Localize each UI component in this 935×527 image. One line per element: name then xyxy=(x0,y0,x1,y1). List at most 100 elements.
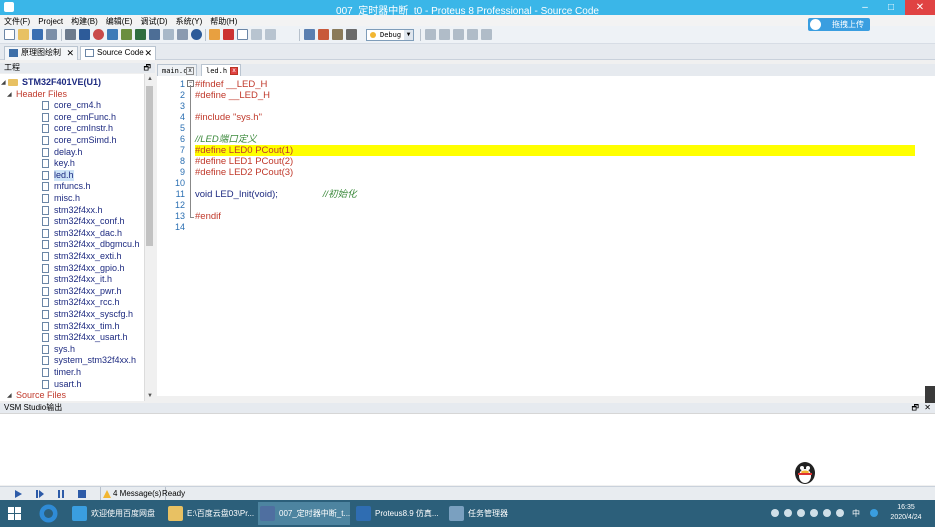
tree-file-item[interactable]: core_cm4.h xyxy=(0,100,144,111)
tray-icon[interactable] xyxy=(810,509,818,517)
code-line[interactable] xyxy=(195,101,915,112)
step-icon[interactable] xyxy=(36,490,44,498)
tree-file-item[interactable]: led.h xyxy=(0,169,144,181)
taskbar-item[interactable]: Proteus8.9 仿真... xyxy=(354,502,444,525)
tab-main-c[interactable]: main.c x xyxy=(157,64,197,76)
run-icon[interactable] xyxy=(14,490,22,498)
windows-start-icon[interactable] xyxy=(8,507,21,520)
taskbar-item[interactable]: 欢迎使用百度网盘 xyxy=(70,502,162,525)
code-line[interactable]: #ifndef __LED_H xyxy=(195,79,915,90)
close-icon[interactable]: ✕ xyxy=(66,47,74,59)
tree-file-item[interactable]: delay.h xyxy=(0,147,144,158)
undo-icon[interactable] xyxy=(425,29,436,40)
chip-icon[interactable] xyxy=(121,29,132,40)
pcb-icon[interactable] xyxy=(135,29,146,40)
cut-icon[interactable] xyxy=(453,29,464,40)
minimize-button[interactable]: – xyxy=(852,0,878,15)
new-source-icon[interactable] xyxy=(237,29,248,40)
source-icon[interactable] xyxy=(163,29,174,40)
code-line[interactable]: #define LED2 PCout(3) xyxy=(195,167,915,178)
expand-toggle-icon[interactable]: ◢ xyxy=(7,393,13,399)
tree-file-item[interactable]: system_stm32f4xx.h xyxy=(0,355,144,366)
build-icon[interactable] xyxy=(304,29,315,40)
tree-file-item[interactable]: key.h xyxy=(0,158,144,169)
volume-icon[interactable] xyxy=(836,509,844,517)
scrollbar-thumb[interactable] xyxy=(146,86,153,246)
tab-source-code[interactable]: Source Code ✕ xyxy=(80,46,156,60)
tree-file-item[interactable]: stm32f4xx_syscfg.h xyxy=(0,309,144,320)
code-line[interactable]: #endif xyxy=(195,211,915,222)
help-icon[interactable] xyxy=(191,29,202,40)
tree-file-item[interactable]: stm32f4xx_dbgmcu.h xyxy=(0,239,144,250)
open-folder-icon[interactable] xyxy=(18,29,29,40)
tree-folder-node[interactable]: ◢ Header Files xyxy=(0,89,144,100)
tree-file-item[interactable]: stm32f4xx_exti.h xyxy=(0,251,144,262)
remove-file-icon[interactable] xyxy=(265,29,276,40)
scroll-down-icon[interactable]: ▼ xyxy=(145,391,155,401)
taskbar-item[interactable]: E:\百度云盘03\Pr... xyxy=(166,502,254,525)
tree-file-item[interactable]: stm32f4xx_conf.h xyxy=(0,216,144,227)
new-file-icon[interactable] xyxy=(4,29,15,40)
system-clock[interactable]: 16:35 2020/4/24 xyxy=(886,503,926,523)
tree-folder-node[interactable]: ◢ Source Files xyxy=(0,390,144,401)
code-line[interactable]: //LED端口定义 xyxy=(195,134,915,145)
save-all-icon[interactable] xyxy=(46,29,57,40)
tree-file-item[interactable]: timer.h xyxy=(0,367,144,378)
tree-file-item[interactable]: stm32f4xx_it.h xyxy=(0,274,144,285)
rebuild-icon[interactable] xyxy=(318,29,329,40)
pane-restore-icon[interactable]: 🗗 xyxy=(911,403,919,413)
qq-penguin-icon[interactable] xyxy=(790,459,820,485)
code-line[interactable]: void LED_Init(void); //初始化 xyxy=(195,189,915,200)
pause-icon[interactable] xyxy=(57,490,65,498)
clean-icon[interactable] xyxy=(332,29,343,40)
code-line[interactable]: #include "sys.h" xyxy=(195,112,915,123)
tree-file-item[interactable]: stm32f4xx_gpio.h xyxy=(0,263,144,274)
chevron-down-icon[interactable]: ▼ xyxy=(404,30,413,40)
tree-file-item[interactable]: stm32f4xx_usart.h xyxy=(0,332,144,343)
close-icon[interactable]: x xyxy=(186,67,194,75)
tree-file-item[interactable]: stm32f4xx_pwr.h xyxy=(0,286,144,297)
tray-icon[interactable] xyxy=(797,509,805,517)
code-line[interactable]: #define LED0 PCout(1) xyxy=(195,145,915,156)
close-project-icon[interactable] xyxy=(223,29,234,40)
browser-icon[interactable] xyxy=(38,503,59,524)
expand-toggle-icon[interactable]: ◢ xyxy=(1,80,7,86)
notification-icon[interactable] xyxy=(870,509,878,517)
tree-file-item[interactable]: usart.h xyxy=(0,379,144,390)
tray-icon[interactable] xyxy=(771,509,779,517)
bom-icon[interactable] xyxy=(149,29,160,40)
stop-icon[interactable] xyxy=(93,29,104,40)
save-icon[interactable] xyxy=(32,29,43,40)
close-icon[interactable]: ✕ xyxy=(924,403,931,413)
tree-file-item[interactable]: core_cmSimd.h xyxy=(0,135,144,146)
code-line[interactable]: #define LED1 PCout(2) xyxy=(195,156,915,167)
message-count[interactable]: 4 Message(s) xyxy=(100,487,167,501)
copy-icon[interactable] xyxy=(467,29,478,40)
code-line[interactable] xyxy=(195,123,915,134)
tree-file-item[interactable]: core_cmInstr.h xyxy=(0,123,144,134)
build-config-select[interactable]: Debug ▼ xyxy=(366,29,414,41)
code-editor[interactable]: − 1 #ifndef __LED_H 2 #define __LED_H 3 4 #inc… xyxy=(157,76,917,396)
pane-restore-icon[interactable]: 🗗 xyxy=(143,63,151,73)
tab-schematic[interactable]: 原理图绘制 ✕ xyxy=(4,46,78,60)
project-tree-scrollbar[interactable]: ▲ ▼ xyxy=(144,74,154,401)
open-project-icon[interactable] xyxy=(209,29,220,40)
scroll-up-icon[interactable]: ▲ xyxy=(145,74,155,84)
tree-file-item[interactable]: misc.h xyxy=(0,193,144,204)
editor-scrollbar[interactable] xyxy=(917,76,935,411)
code-line[interactable] xyxy=(195,222,915,233)
tree-file-item[interactable]: stm32f4xx_rcc.h xyxy=(0,297,144,308)
maximize-button[interactable]: □ xyxy=(878,0,904,15)
report-icon[interactable] xyxy=(177,29,188,40)
drag-upload-button[interactable]: 拖拽上传 xyxy=(808,18,870,31)
step-back-icon[interactable] xyxy=(107,29,118,40)
redo-icon[interactable] xyxy=(439,29,450,40)
tree-file-item[interactable]: sys.h xyxy=(0,344,144,355)
tray-icon[interactable] xyxy=(823,509,831,517)
code-line[interactable] xyxy=(195,178,915,189)
expand-toggle-icon[interactable]: ◢ xyxy=(7,92,13,98)
code-line[interactable]: #define __LED_H xyxy=(195,90,915,101)
code-line[interactable] xyxy=(195,200,915,211)
ime-indicator[interactable]: 中 xyxy=(852,508,860,519)
taskbar-item[interactable]: 任务管理器 xyxy=(447,502,527,525)
